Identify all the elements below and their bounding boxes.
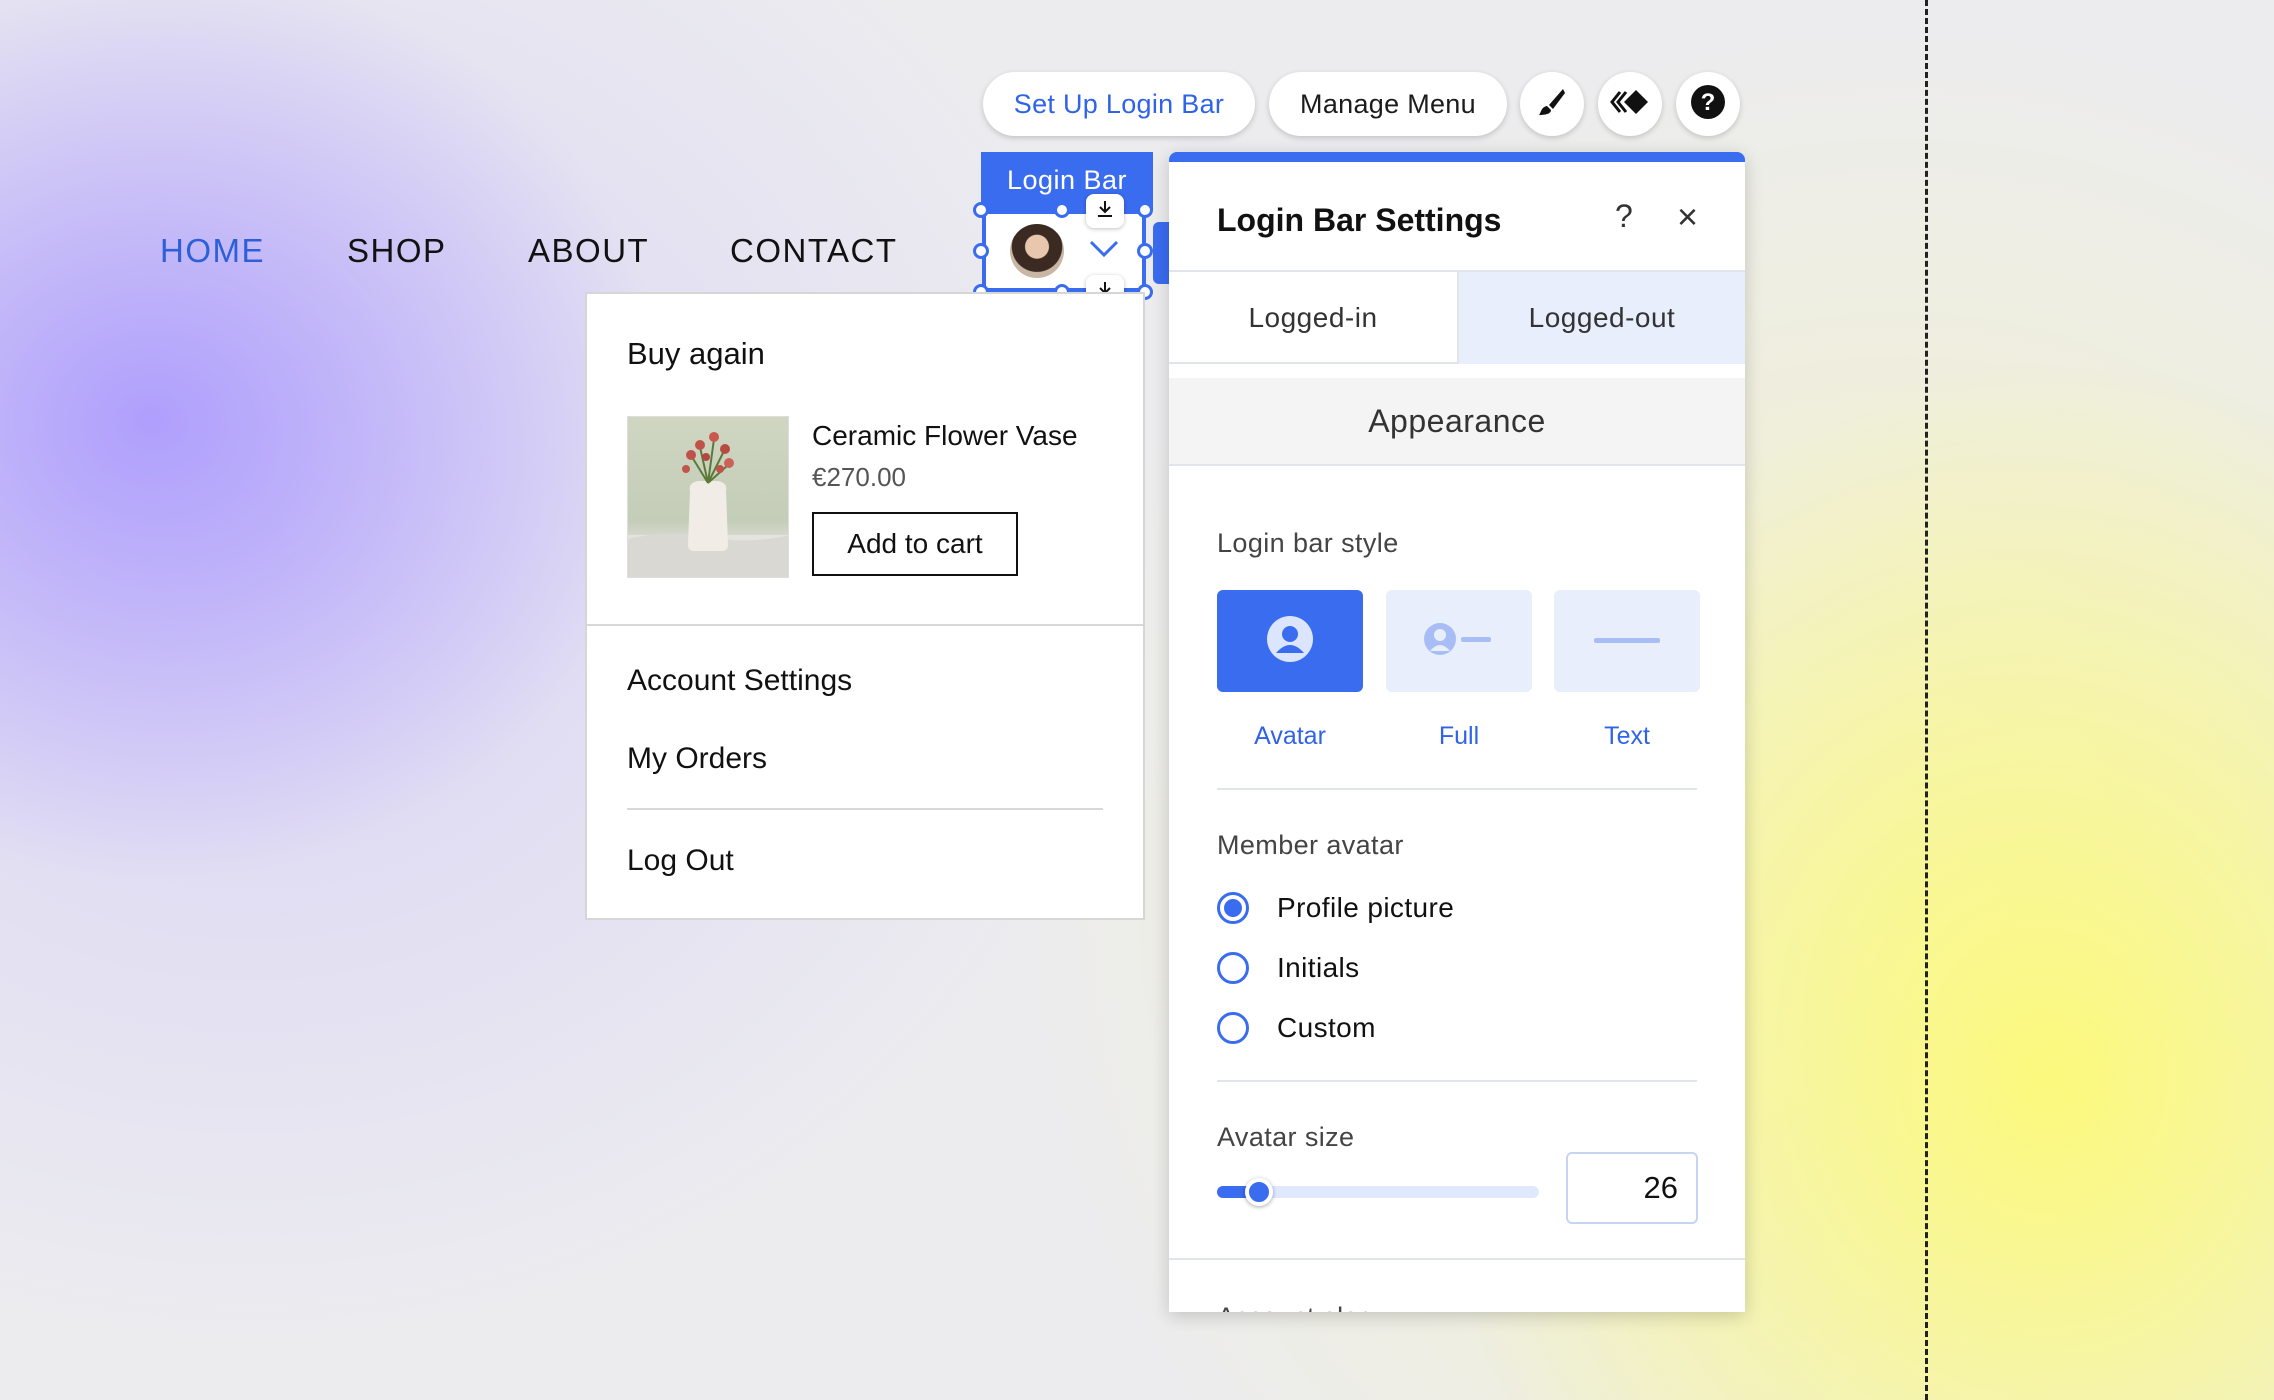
style-option-full[interactable] [1386, 590, 1532, 692]
radio-label: Initials [1277, 952, 1360, 983]
resize-handle[interactable] [1054, 202, 1070, 218]
style-option-text[interactable] [1554, 590, 1700, 692]
close-icon[interactable]: × [1677, 196, 1698, 238]
radio-button[interactable] [1217, 1012, 1249, 1044]
animation-icon [1610, 87, 1650, 122]
divider [587, 624, 1143, 626]
radio-label: Custom [1277, 1012, 1376, 1043]
canvas-gridline [1925, 0, 1928, 1400]
login-bar-settings-panel: Login Bar Settings ? × Logged-in Logged-… [1169, 152, 1745, 1312]
radio-button[interactable] [1217, 892, 1249, 924]
style-caption-full: Full [1438, 722, 1480, 750]
radio-label: Profile picture [1277, 892, 1455, 923]
next-section-label: Account alar [1217, 1302, 1367, 1312]
style-caption-avatar: Avatar [1254, 722, 1326, 750]
login-bar-style-label: Login bar style [1217, 528, 1399, 558]
member-dropdown-menu: Buy again Ceramic Flower Vase €270.00 Ad… [585, 292, 1145, 920]
my-orders-link[interactable]: My Orders [627, 742, 767, 776]
radio-initials[interactable]: Initials [1217, 948, 1360, 988]
radio-profile-picture[interactable]: Profile picture [1217, 888, 1454, 928]
manage-menu-button[interactable]: Manage Menu [1269, 72, 1507, 136]
design-button[interactable] [1520, 72, 1584, 136]
resize-handle[interactable] [973, 202, 989, 218]
avatar-size-label: Avatar size [1217, 1122, 1355, 1152]
avatar-size-input[interactable]: 26 [1566, 1152, 1698, 1224]
product-name[interactable]: Ceramic Flower Vase [812, 420, 1078, 452]
resize-handle[interactable] [1137, 243, 1153, 259]
log-out-link[interactable]: Log Out [627, 844, 734, 878]
tab-logged-in[interactable]: Logged-in [1169, 272, 1457, 364]
divider [1217, 788, 1697, 790]
avatar-icon [1266, 615, 1314, 668]
member-avatar[interactable] [1010, 224, 1064, 278]
divider [1169, 1258, 1745, 1260]
add-to-cart-button[interactable]: Add to cart [812, 512, 1018, 576]
member-avatar-label: Member avatar [1217, 830, 1404, 860]
help-icon: ? [1690, 84, 1726, 125]
panel-title: Login Bar Settings [1217, 202, 1502, 238]
product-image[interactable] [627, 416, 789, 578]
stretch-top-button[interactable] [1086, 194, 1124, 228]
style-caption-text: Text [1604, 722, 1650, 750]
buy-again-title: Buy again [627, 336, 765, 371]
resize-handle[interactable] [1137, 202, 1153, 218]
set-up-login-bar-button[interactable]: Set Up Login Bar [983, 72, 1255, 136]
svg-text:?: ? [1701, 89, 1716, 116]
product-price: €270.00 [812, 462, 906, 492]
brush-icon [1535, 85, 1569, 124]
state-tabs: Logged-in Logged-out [1169, 270, 1745, 364]
tab-logged-out[interactable]: Logged-out [1457, 272, 1745, 364]
help-button[interactable]: ? [1676, 72, 1740, 136]
download-arrow-icon [1095, 199, 1115, 224]
resize-handle[interactable] [973, 243, 989, 259]
login-bar-side-tab[interactable] [1153, 222, 1169, 284]
chevron-down-icon[interactable] [1088, 238, 1120, 265]
radio-button[interactable] [1217, 952, 1249, 984]
nav-home[interactable]: HOME [160, 232, 265, 270]
nav-about[interactable]: ABOUT [528, 232, 649, 270]
appearance-section-header: Appearance [1169, 378, 1745, 466]
avatar-with-text-icon [1423, 622, 1495, 661]
divider [1217, 1080, 1697, 1082]
radio-custom[interactable]: Custom [1217, 1008, 1376, 1048]
avatar-size-slider-thumb[interactable] [1244, 1178, 1273, 1206]
divider [627, 808, 1103, 810]
nav-shop[interactable]: SHOP [347, 232, 447, 270]
login-bar-tag: Login Bar [981, 152, 1153, 210]
animation-button[interactable] [1598, 72, 1662, 136]
style-option-avatar[interactable] [1217, 590, 1363, 692]
text-line-icon [1594, 632, 1660, 650]
nav-contact[interactable]: CONTACT [730, 232, 898, 270]
help-icon[interactable]: ? [1615, 198, 1633, 235]
account-settings-link[interactable]: Account Settings [627, 664, 852, 698]
